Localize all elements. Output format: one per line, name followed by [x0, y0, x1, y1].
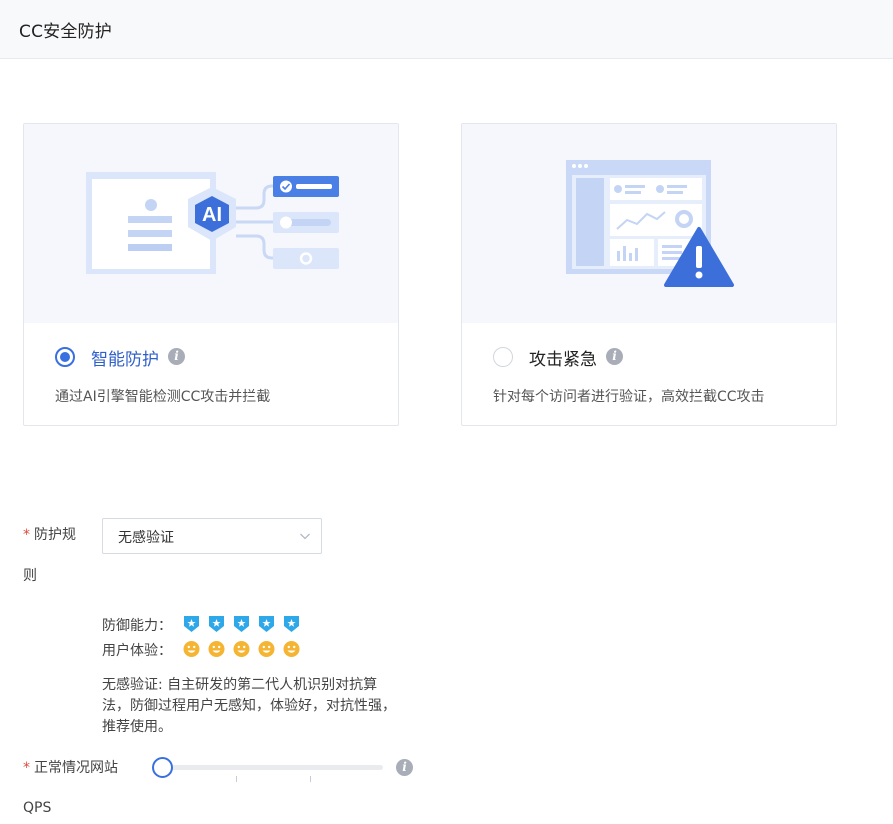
experience-icons	[183, 640, 300, 658]
shield-icon	[208, 615, 225, 633]
smart-mode-info-icon[interactable]: i	[168, 348, 185, 365]
shield-icon	[233, 615, 250, 633]
shield-icon	[183, 615, 200, 633]
emergency-mode-radio[interactable]	[493, 347, 513, 367]
qps-label-line2: QPS	[23, 800, 52, 816]
qps-info-icon[interactable]: i	[396, 759, 413, 776]
emergency-mode-info-icon[interactable]: i	[606, 348, 623, 365]
rule-label-line1: 防护规	[34, 527, 76, 543]
smart-mode-radio[interactable]	[55, 347, 75, 367]
qps-label-line1: 正常情况网站	[34, 760, 118, 776]
smart-mode-description: 通过AI引擎智能检测CC攻击并拦截	[55, 389, 271, 405]
shield-icon	[258, 615, 275, 633]
smart-illustration: AI	[24, 124, 398, 323]
slider-tick	[310, 776, 311, 782]
page-title: CC安全防护	[19, 22, 112, 42]
smile-icon	[283, 640, 300, 658]
qps-slider-track[interactable]	[162, 765, 383, 770]
smile-icon	[258, 640, 275, 658]
chevron-down-icon	[300, 533, 310, 540]
ai-badge: AI	[202, 204, 222, 226]
slider-tick	[236, 776, 237, 782]
emergency-mode-description: 针对每个访问者进行验证，高效拦截CC攻击	[493, 389, 765, 405]
smart-mode-title: 智能防护	[91, 350, 159, 370]
rule-label: * 防护规	[23, 519, 76, 552]
emergency-mode-title: 攻击紧急	[529, 350, 597, 370]
smile-icon	[183, 640, 200, 658]
mode-card-smart[interactable]: AI 智能防护 i 通过AI引擎智能检测CC攻击并拦截	[23, 123, 399, 426]
emergency-illustration	[462, 124, 836, 323]
required-mark: *	[23, 527, 30, 543]
qps-slider-handle[interactable]	[152, 757, 173, 778]
required-mark: *	[23, 760, 30, 776]
smile-icon	[233, 640, 250, 658]
qps-label: * 正常情况网站	[23, 752, 118, 785]
smile-icon	[208, 640, 225, 658]
mode-card-emergency[interactable]: 攻击紧急 i 针对每个访问者进行验证，高效拦截CC攻击	[461, 123, 837, 426]
rule-description: 无感验证: 自主研发的第二代人机识别对抗算法，防御过程用户无感知，体验好，对抗性…	[102, 677, 396, 735]
shield-icon	[283, 615, 300, 633]
rule-select-value: 无感验证	[118, 530, 174, 546]
rule-label-line2: 则	[23, 568, 37, 584]
rule-select[interactable]: 无感验证	[102, 518, 322, 554]
defense-icons	[183, 615, 300, 633]
page-header: CC安全防护	[0, 0, 893, 59]
defense-label: 防御能力：	[102, 618, 172, 634]
experience-label: 用户体验：	[102, 643, 172, 659]
